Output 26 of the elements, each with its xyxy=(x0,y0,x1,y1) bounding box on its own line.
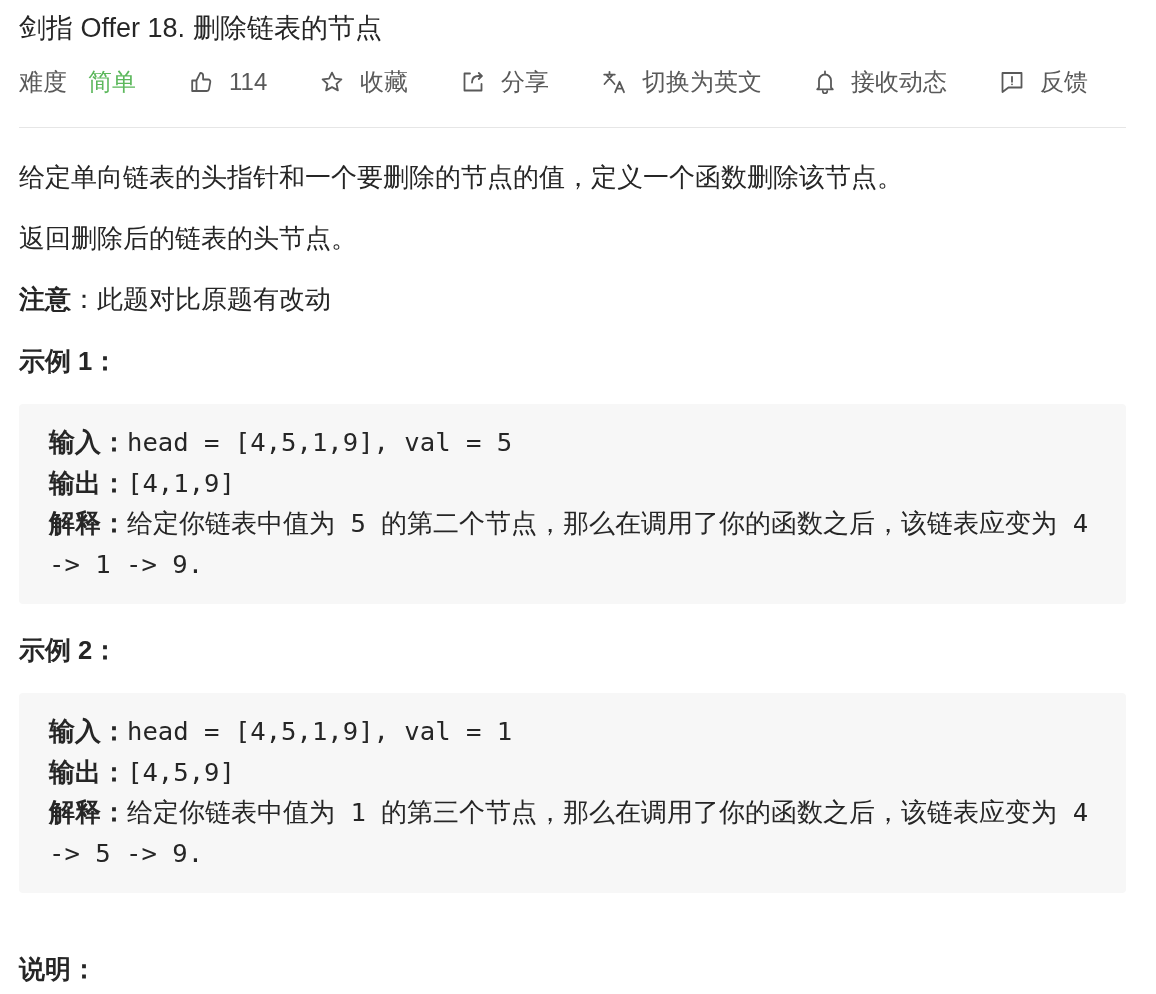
problem-title: 剑指 Offer 18. 删除链表的节点 xyxy=(19,12,383,42)
favorite-button[interactable]: 收藏 xyxy=(320,68,409,96)
code-line: 输出：[4,5,9] xyxy=(49,755,236,789)
code-line: 解释：给定你链表中值为 5 的第二个节点，那么在调用了你的函数之后，该链表应变为 4 -> 1 -> 9. xyxy=(49,507,1090,581)
section-heading: 示例 1： xyxy=(19,346,120,377)
difficulty-value: 简单 xyxy=(88,68,136,96)
translate-button[interactable]: 切换为英文 xyxy=(602,68,763,96)
code-line: 输入：head = [4,5,1,9], val = 5 xyxy=(49,426,514,459)
translate-icon xyxy=(602,70,627,94)
section-heading: 说明： xyxy=(19,954,98,985)
code-line: 解释：给定你链表中值为 1 的第三个节点，那么在调用了你的函数之后，该链表应变为 4 -> 5 -> 9. xyxy=(49,796,1090,870)
feedback-icon xyxy=(1000,70,1025,94)
code-line: 输入：head = [4,5,1,9], val = 1 xyxy=(49,715,514,748)
description-text: 注意：此题对比原题有改动 xyxy=(19,284,332,315)
share-button[interactable]: 分享 xyxy=(461,68,550,96)
section-heading: 示例 2： xyxy=(19,635,120,666)
star-icon xyxy=(320,70,345,94)
code-line: 输出：[4,1,9] xyxy=(49,466,236,500)
feedback-button[interactable]: 反馈 xyxy=(1000,68,1089,96)
description-text: 给定单向链表的头指针和一个要删除的节点的值，定义一个函数删除该节点。 xyxy=(19,162,904,193)
bell-icon xyxy=(815,70,836,94)
thumbs-up-icon xyxy=(189,70,213,94)
subscribe-button[interactable]: 接收动态 xyxy=(815,68,948,96)
like-button[interactable]: 114 xyxy=(189,68,268,96)
difficulty-label: 难度 xyxy=(19,68,67,96)
description-text: 返回删除后的链表的头节点。 xyxy=(19,223,358,254)
